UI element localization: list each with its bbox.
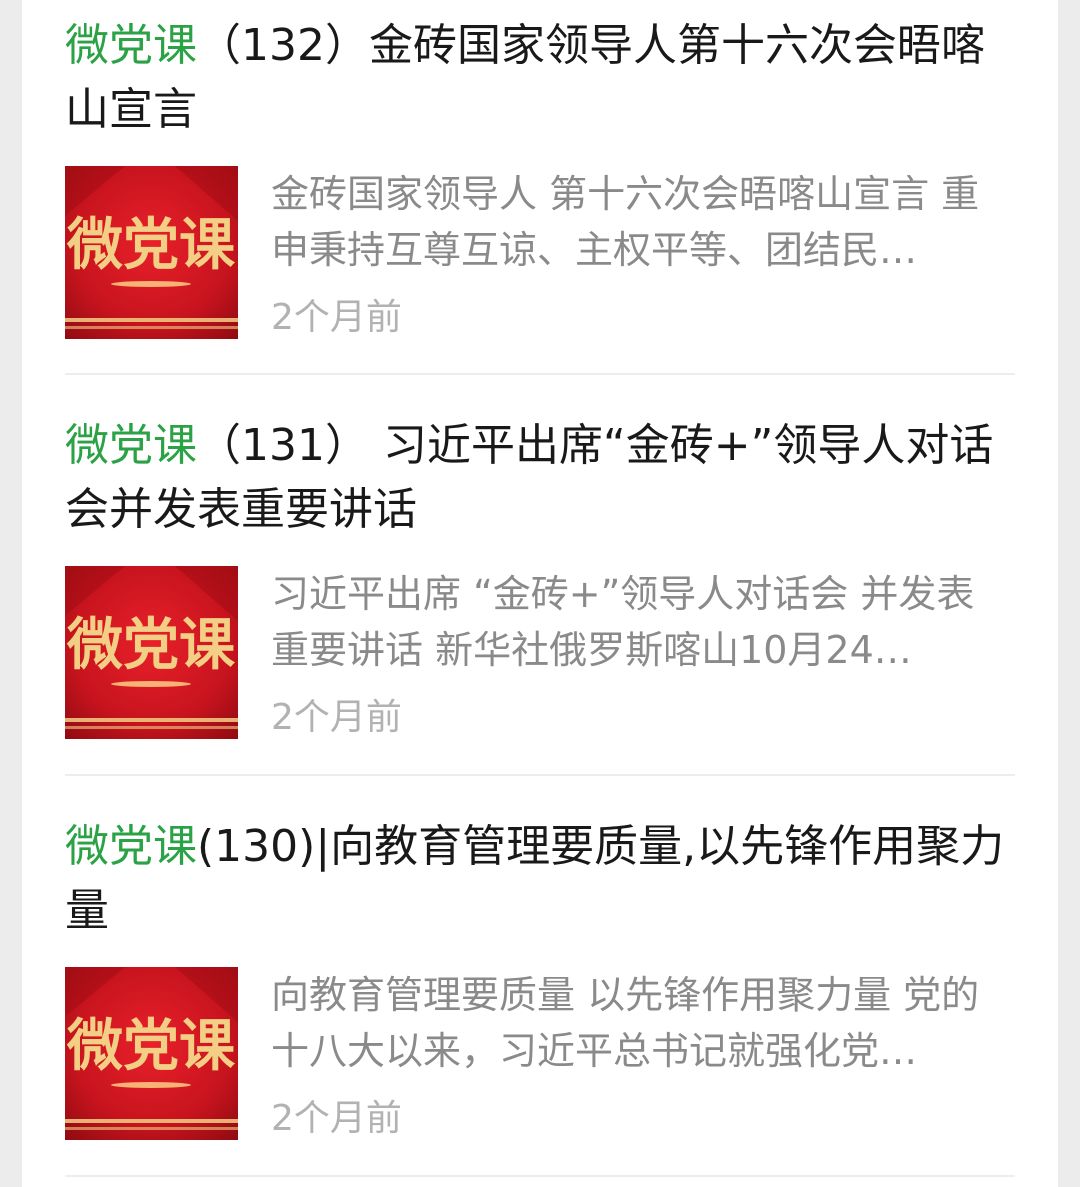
article-body: 微党课 金砖国家领导人 第十六次会晤喀山宣言 重申秉持互尊互谅、主权平等、团结民… (65, 166, 1015, 339)
article-summary: 习近平出席 “金砖+”领导人对话会 并发表重要讲话 新华社俄罗斯喀山10月24… (271, 572, 975, 672)
title-keyword: 微党课 (65, 20, 197, 71)
article-thumbnail[interactable]: 微党课 (65, 166, 238, 339)
divider (65, 774, 1015, 776)
article-time: 2个月前 (271, 697, 402, 738)
article-thumbnail[interactable]: 微党课 (65, 566, 238, 739)
thumbnail-image: 微党课 (65, 166, 238, 339)
article-summary: 向教育管理要质量 以先锋作用聚力量 党的十八大以来，习近平总书记就强化党… (271, 973, 980, 1073)
article-list: 微党课（132）金砖国家领导人第十六次会晤喀山宣言 微党课 金砖国家领导人 第十… (22, 0, 1058, 1187)
article-item[interactable]: 微党课（132）金砖国家领导人第十六次会晤喀山宣言 微党课 金砖国家领导人 第十… (65, 14, 1015, 339)
article-title[interactable]: 微党课(130)|向教育管理要质量,以先锋作用聚力量 (65, 815, 1015, 943)
divider (65, 373, 1015, 375)
title-keyword: 微党课 (65, 420, 197, 471)
article-item[interactable]: 微党课（131） 习近平出席“金砖+”领导人对话会并发表重要讲话 微党课 习近平… (65, 414, 1015, 739)
article-summary: 金砖国家领导人 第十六次会晤喀山宣言 重申秉持互尊互谅、主权平等、团结民… (271, 172, 980, 272)
divider (65, 1175, 1015, 1177)
article-time: 2个月前 (271, 297, 402, 338)
thumbnail-image: 微党课 (65, 566, 238, 739)
thumbnail-image: 微党课 (65, 967, 238, 1140)
title-text: （131） 习近平出席“金砖+”领导人对话会并发表重要讲话 (65, 420, 994, 535)
title-keyword: 微党课 (65, 821, 197, 872)
article-thumbnail[interactable]: 微党课 (65, 967, 238, 1140)
article-title[interactable]: 微党课（132）金砖国家领导人第十六次会晤喀山宣言 (65, 14, 1015, 142)
article-body: 微党课 习近平出席 “金砖+”领导人对话会 并发表重要讲话 新华社俄罗斯喀山10… (65, 566, 1015, 739)
thumbnail-text: 微党课 (66, 612, 236, 678)
thumbnail-text: 微党课 (66, 1013, 236, 1079)
article-body: 微党课 向教育管理要质量 以先锋作用聚力量 党的十八大以来，习近平总书记就强化党… (65, 967, 1015, 1140)
thumbnail-text: 微党课 (66, 212, 236, 278)
article-title[interactable]: 微党课（131） 习近平出席“金砖+”领导人对话会并发表重要讲话 (65, 414, 1015, 542)
article-item[interactable]: 微党课(130)|向教育管理要质量,以先锋作用聚力量 微党课 向教育管理要质量 … (65, 815, 1015, 1140)
title-text: (130)|向教育管理要质量,以先锋作用聚力量 (65, 821, 1005, 936)
title-text: （132）金砖国家领导人第十六次会晤喀山宣言 (65, 20, 985, 135)
article-time: 2个月前 (271, 1098, 402, 1139)
